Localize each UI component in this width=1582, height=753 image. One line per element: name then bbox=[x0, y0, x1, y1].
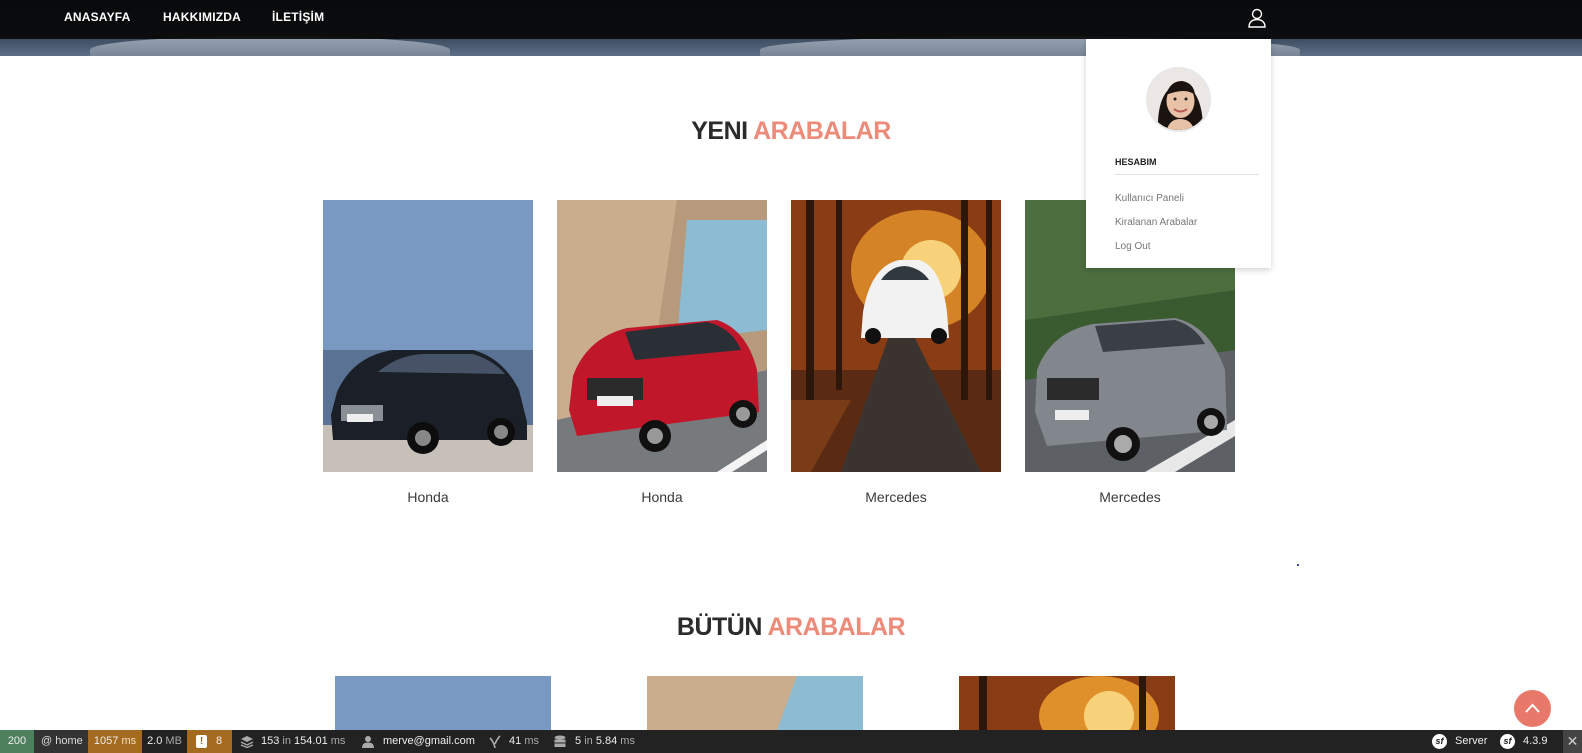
request-time[interactable]: 1057 ms bbox=[88, 730, 142, 753]
chevron-up-icon bbox=[1525, 703, 1540, 713]
twig-leaf-icon bbox=[489, 735, 501, 748]
nav-iletisim[interactable]: İLETİŞİM bbox=[272, 10, 324, 24]
db-count: 5 bbox=[575, 735, 582, 747]
car-image-white-sportscar[interactable] bbox=[959, 676, 1175, 730]
avatar bbox=[1146, 67, 1211, 132]
user-outline-icon[interactable] bbox=[1247, 7, 1267, 29]
nav-hakkimizda[interactable]: HAKKIMIZDA bbox=[163, 10, 241, 24]
layers-icon bbox=[240, 736, 254, 748]
car-image-red-sedan[interactable] bbox=[557, 200, 767, 472]
close-toolbar-button[interactable]: ✕ bbox=[1563, 730, 1582, 753]
close-icon: ✕ bbox=[1566, 733, 1579, 749]
database-panel[interactable]: 5 in 5.84 ms bbox=[550, 730, 650, 753]
new-cars-title: YENI ARABALAR bbox=[0, 117, 1582, 146]
exclamation-icon: ! bbox=[196, 735, 207, 748]
memory-unit: MB bbox=[165, 735, 182, 747]
car-image-black-sedan[interactable] bbox=[323, 200, 533, 472]
user-dropdown-menu: HESABIM Kullanıcı Paneli Kiralanan Araba… bbox=[1086, 39, 1271, 268]
nav-anasayfa[interactable]: ANASAYFA bbox=[64, 10, 131, 24]
db-unit: ms bbox=[620, 735, 635, 747]
car-image-black-sedan[interactable] bbox=[335, 676, 551, 730]
car-image-white-sportscar[interactable] bbox=[791, 200, 1001, 472]
db-in: in bbox=[584, 735, 593, 747]
symfony-version-panel[interactable]: sf 4.3.9 bbox=[1494, 730, 1559, 753]
log-count: 8 bbox=[216, 735, 223, 747]
twig-panel[interactable]: 41 ms bbox=[485, 730, 545, 753]
divider bbox=[1115, 174, 1259, 175]
page: ANASAYFA HAKKIMIZDA İLETİŞİM YENI ARABAL… bbox=[0, 0, 1582, 753]
car-name[interactable]: Mercedes bbox=[791, 489, 1001, 505]
title-accent-part: ARABALAR bbox=[767, 613, 906, 641]
menu-link-logout[interactable]: Log Out bbox=[1115, 241, 1151, 252]
twig-unit: ms bbox=[524, 735, 539, 747]
request-time-unit: ms bbox=[121, 735, 137, 747]
cache-time: 154.01 bbox=[294, 735, 328, 747]
car-image-red-sedan[interactable] bbox=[647, 676, 863, 730]
symfony-logo-icon: sf bbox=[1432, 734, 1447, 749]
title-dark-part: BÜTÜN bbox=[676, 613, 763, 641]
hero-car-silhouette bbox=[90, 36, 450, 56]
cache-panel[interactable]: 153 in 154.01 ms bbox=[232, 730, 352, 753]
menu-link-user-panel[interactable]: Kullanıcı Paneli bbox=[1115, 193, 1184, 204]
database-icon bbox=[554, 735, 566, 747]
cache-unit: ms bbox=[330, 735, 346, 747]
top-navigation: ANASAYFA HAKKIMIZDA İLETİŞİM bbox=[0, 0, 1582, 39]
car-name[interactable]: Honda bbox=[557, 489, 767, 505]
request-time-value: 1057 bbox=[93, 735, 119, 747]
title-dark-part: YENI bbox=[691, 117, 748, 145]
debug-toolbar: 200 @ home 1057 ms 2.0 MB ! 8 153 in 154… bbox=[0, 730, 1582, 753]
scroll-to-top-button[interactable] bbox=[1514, 690, 1551, 727]
car-name[interactable]: Mercedes bbox=[1025, 489, 1235, 505]
account-heading: HESABIM bbox=[1115, 157, 1157, 167]
log-panel[interactable]: ! 8 bbox=[187, 730, 232, 753]
all-cars-title: BÜTÜN ARABALAR bbox=[0, 613, 1582, 642]
db-time: 5.84 bbox=[595, 735, 618, 747]
cache-in: in bbox=[282, 735, 291, 747]
menu-link-rented-cars[interactable]: Kiralanan Arabalar bbox=[1115, 217, 1197, 228]
car-name[interactable]: Honda bbox=[323, 489, 533, 505]
symfony-version: 4.3.9 bbox=[1523, 735, 1548, 747]
status-code[interactable]: 200 bbox=[0, 730, 34, 753]
symfony-logo-icon: sf bbox=[1500, 734, 1515, 749]
person-icon bbox=[362, 736, 374, 748]
route-name[interactable]: @ home bbox=[34, 730, 88, 753]
memory-value: 2.0 bbox=[147, 735, 163, 747]
server-label: Server bbox=[1455, 735, 1488, 747]
memory-usage[interactable]: 2.0 MB bbox=[142, 730, 187, 753]
server-panel[interactable]: sf Server bbox=[1428, 730, 1488, 753]
cache-count: 153 bbox=[261, 735, 280, 747]
title-accent-part: ARABALAR bbox=[753, 117, 891, 145]
decorative-dot bbox=[1297, 564, 1299, 566]
user-panel[interactable]: merve@gmail.com bbox=[358, 730, 478, 753]
logged-user-email: merve@gmail.com bbox=[383, 735, 475, 747]
twig-time: 41 bbox=[509, 735, 522, 747]
